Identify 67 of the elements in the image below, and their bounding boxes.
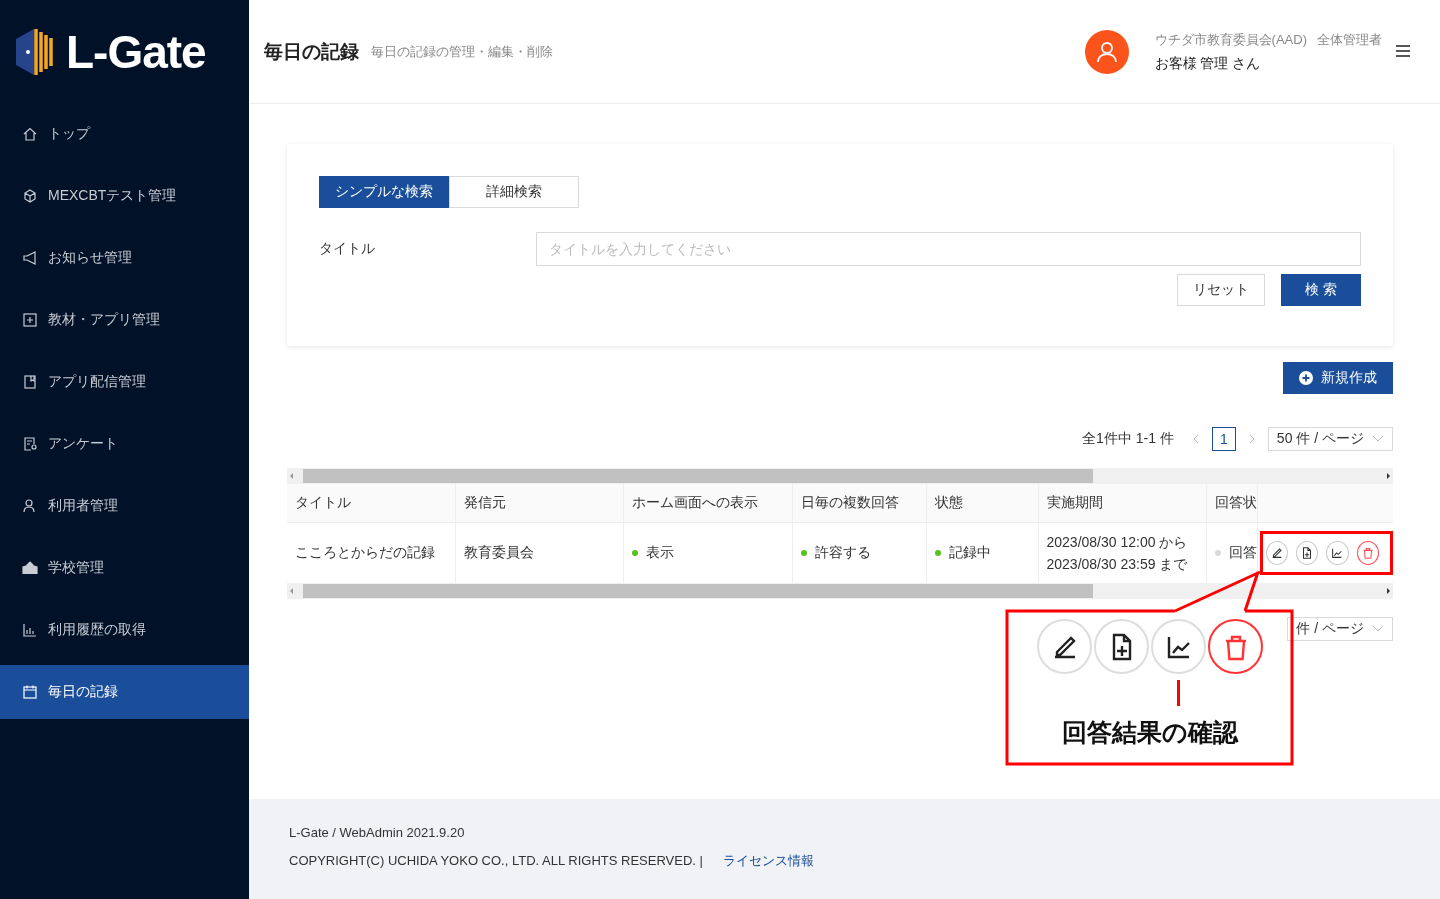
nav-item[interactable]: お知らせ管理 [0,231,249,285]
add-file-button[interactable] [1295,541,1319,565]
nav-item[interactable]: 学校管理 [0,541,249,595]
bookmark-page-icon [22,374,38,390]
copyright-text: COPYRIGHT(C) UCHIDA YOKO CO., LTD. ALL RIGHTS RESERVED. | [289,853,703,868]
organization-name: ウチダ市教育委員会(AAD) [1154,30,1307,49]
nav-item[interactable]: 教材・アプリ管理 [0,293,249,347]
nav-item[interactable]: 利用者管理 [0,479,249,533]
field-label: タイトル [319,240,376,258]
search-tab[interactable]: 詳細検索 [449,176,579,208]
page-button[interactable]: 1 [1211,427,1236,451]
column-header: タイトル [287,484,455,523]
page-title: 毎日の記録 [264,39,359,64]
search-button[interactable]: 検 索 [1281,274,1361,306]
period-text: 2023/08/30 12:00 から [1046,533,1189,552]
period-text: 2023/08/30 23:59 まで [1046,555,1189,574]
reset-button[interactable]: リセット [1177,274,1265,306]
user-role: 全体管理者 [1317,30,1382,49]
nav-item[interactable]: 毎日の記録 [0,665,249,719]
user-icon [22,498,38,514]
cube-icon [22,188,38,204]
scrollbar[interactable] [287,583,1393,599]
license-link[interactable]: ライセンス情報 [722,853,814,868]
nav-item[interactable]: トップ [0,107,249,161]
title-input[interactable]: タイトルを入力してください [536,232,1361,266]
page-size-select[interactable]: 件 / ページ [1287,617,1393,641]
column-header: 発信元 [455,484,623,523]
line-chart-icon [1330,546,1345,560]
status-text: 表示 [645,544,674,560]
nav-item[interactable]: MEXCBTテスト管理 [0,169,249,223]
chevron-down-icon [1372,625,1384,633]
version-text: L-Gate / WebAdmin 2021.9.20 [289,825,466,840]
results-button[interactable] [1326,541,1349,565]
user-icon [1095,40,1118,63]
logo-icon [14,28,56,76]
menu-icon[interactable] [1396,44,1410,57]
search-tab[interactable]: シンプルな検索 [319,176,449,208]
calendar-icon [22,684,38,700]
delete-button[interactable] [1356,541,1379,565]
scrollbar[interactable] [287,468,1393,484]
school-icon [22,560,38,576]
chevron-down-icon [1372,435,1384,443]
page-size-select[interactable]: 50 件 / ページ [1267,427,1393,451]
nav-item[interactable]: アプリ配信管理 [0,355,249,409]
nav-item[interactable]: 利用履歴の取得 [0,603,249,657]
bar-chart-icon [22,622,38,638]
callout-label: 回答結果の確認 [1062,717,1238,748]
column-header: 回答状 [1206,484,1257,523]
column-header: ホーム画面への表示 [623,484,792,523]
form-icon [22,436,38,452]
status-text: 記録中 [948,544,991,560]
plus-square-icon [22,312,38,328]
column-header: 実施期間 [1038,484,1206,523]
plus-circle-icon [1299,371,1313,385]
new-button[interactable]: 新規作成 [1283,362,1393,394]
edit-button[interactable] [1265,541,1288,565]
nav-item[interactable]: アンケート [0,417,249,471]
record-count: 全1件中 1-1 件 [1082,430,1174,448]
column-header: 日毎の複数回答 [792,484,926,523]
megaphone-icon [22,250,38,266]
status-text: 許容する [814,544,871,560]
column-header: 状態 [926,484,1038,523]
page-subtitle: 毎日の記録の管理・編集・削除 [371,42,553,61]
home-icon [22,126,38,142]
logo-text: L-Gate [66,25,206,79]
user-name: お客様 管理 さん [1154,54,1262,73]
status-text: 回答 [1228,544,1257,560]
